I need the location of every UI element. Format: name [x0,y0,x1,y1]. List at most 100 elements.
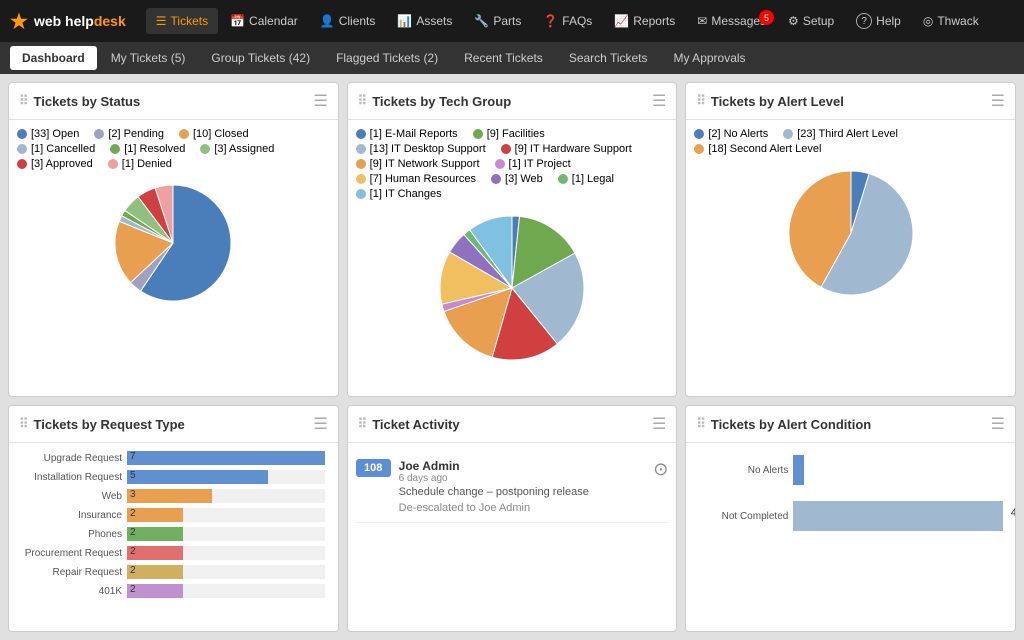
activity-de-escalation: De-escalated to Joe Admin [399,502,646,514]
thwack-icon: ◎ [923,14,933,28]
bar-row: Installation Request 5 [22,470,325,484]
hbar-wrapper: 41 [793,501,1003,531]
legend-item: [1] Legal [558,173,614,185]
calendar-icon: 📅 [230,14,245,28]
request-card-menu[interactable]: ☰ [313,414,327,434]
nav-setup[interactable]: ⚙ Setup [778,8,844,34]
logo-star: ★ [10,9,28,34]
status-pie [17,178,330,308]
drag-handle-icon: ⠿ [696,416,706,432]
request-card-header: ⠿ Tickets by Request Type ☰ [9,406,338,443]
nav-parts[interactable]: 🔧 Parts [464,8,531,34]
activity-person-name: Joe Admin [399,459,646,473]
legend-item: [9] IT Hardware Support [501,143,632,155]
status-card-menu[interactable]: ☰ [313,91,327,111]
reports-icon: 📈 [614,14,629,28]
bar-track: 2 [127,565,325,579]
subnav-group-tickets[interactable]: Group Tickets (42) [199,46,322,70]
tech-legend: [1] E-Mail Reports [9] Facilities [13] IT … [356,128,669,200]
hbar-value: 41 [1011,507,1015,519]
legend-item: [1] IT Changes [356,188,442,200]
hbar-label: Not Completed [698,511,788,522]
legend-item: [1] Denied [108,158,172,170]
legend-item: [7] Human Resources [356,173,476,185]
status-card-header: ⠿ Tickets by Status ☰ [9,83,338,120]
bar-value: 2 [130,508,136,519]
bar-track: 2 [127,508,325,522]
nav-thwack[interactable]: ◎ Thwack [913,8,989,34]
tech-card-body: [1] E-Mail Reports [9] Facilities [13] IT … [348,120,677,396]
bar-label: Installation Request [22,472,122,483]
drag-handle-icon: ⠿ [19,416,29,432]
drag-handle-icon: ⠿ [19,93,29,109]
activity-card: ⠿ Ticket Activity ☰ 108 Joe Admin 6 days… [347,405,678,632]
alert-pie [694,163,1007,303]
activity-card-body: 108 Joe Admin 6 days ago Schedule change… [348,443,677,631]
subnav-flagged-tickets[interactable]: Flagged Tickets (2) [324,46,450,70]
bar-label: Web [22,491,122,502]
request-card-title: ⠿ Tickets by Request Type [19,416,185,432]
request-card-body: Upgrade Request 7 Installation Request 5… [9,443,338,631]
help-icon: ? [856,13,872,29]
condition-card: ⠿ Tickets by Alert Condition ☰ No Alerts… [685,405,1016,632]
nav-calendar[interactable]: 📅 Calendar [220,8,308,34]
tech-card-menu[interactable]: ☰ [652,91,666,111]
drag-handle-icon: ⠿ [696,93,706,109]
nav-reports-label: Reports [633,14,675,28]
logo-text: web helpdesk [34,13,126,29]
nav-thwack-label: Thwack [937,14,978,28]
alert-card-menu[interactable]: ☰ [991,91,1005,111]
nav-setup-label: Setup [803,14,834,28]
nav-messages[interactable]: ✉ Messages 5 [687,8,776,34]
hbar-row: No Alerts 2 [698,455,1003,485]
drag-handle-icon: ⠿ [358,416,368,432]
alert-legend: [2] No Alerts[23] Third Alert Level[18] … [694,128,1007,155]
bar-label: Procurement Request [22,548,122,559]
activity-card-menu[interactable]: ☰ [652,414,666,434]
nav-clients[interactable]: 👤 Clients [310,8,386,34]
activity-body: Joe Admin 6 days ago Schedule change – p… [399,459,646,514]
legend-item: [13] IT Desktop Support [356,143,486,155]
subnav-my-tickets[interactable]: My Tickets (5) [99,46,198,70]
subnav-recent-tickets[interactable]: Recent Tickets [452,46,555,70]
tech-card-header: ⠿ Tickets by Tech Group ☰ [348,83,677,120]
subnav-my-approvals[interactable]: My Approvals [662,46,758,70]
legend-item: [1] E-Mail Reports [356,128,458,140]
nav-assets[interactable]: 📊 Assets [387,8,462,34]
nav-clients-label: Clients [339,14,376,28]
bar-label: Upgrade Request [22,453,122,464]
hbar-label: No Alerts [698,465,788,476]
alert-card-body: [2] No Alerts[23] Third Alert Level[18] … [686,120,1015,396]
hbar-wrapper: 2 [793,455,1003,485]
bar-row: 401K 2 [22,584,325,598]
activity-desc: Schedule change – postponing release [399,486,646,498]
expand-arrow-icon[interactable]: ⊙ [653,459,668,480]
hbar-fill [793,501,1003,531]
bar-value: 5 [130,470,136,481]
legend-item: [1] IT Project [495,158,571,170]
bar-row: Web 3 [22,489,325,503]
nav-help[interactable]: ? Help [846,7,911,35]
legend-item: [9] Facilities [473,128,545,140]
alert-card: ⠿ Tickets by Alert Level ☰ [2] No Alerts… [685,82,1016,397]
condition-card-menu[interactable]: ☰ [991,414,1005,434]
nav-faqs[interactable]: ❓ FAQs [533,8,602,34]
bar-label: Phones [22,529,122,540]
bar-track: 2 [127,584,325,598]
bar-value: 7 [130,451,136,462]
subnav-search-tickets[interactable]: Search Tickets [557,46,660,70]
condition-bar-chart: No Alerts 2 Not Completed 41 [694,451,1007,551]
bar-fill [127,451,325,465]
parts-icon: 🔧 [474,14,489,28]
logo[interactable]: ★ web helpdesk [10,9,126,34]
bar-label: Insurance [22,510,122,521]
bar-track: 3 [127,489,325,503]
clients-icon: 👤 [320,14,335,28]
nav-tickets[interactable]: ☰ Tickets [146,8,218,34]
tickets-icon: ☰ [156,14,167,28]
legend-item: [10] Closed [179,128,249,140]
activity-ticket-num[interactable]: 108 [356,459,391,477]
subnav-dashboard[interactable]: Dashboard [10,46,97,70]
bar-row: Phones 2 [22,527,325,541]
nav-reports[interactable]: 📈 Reports [604,8,685,34]
